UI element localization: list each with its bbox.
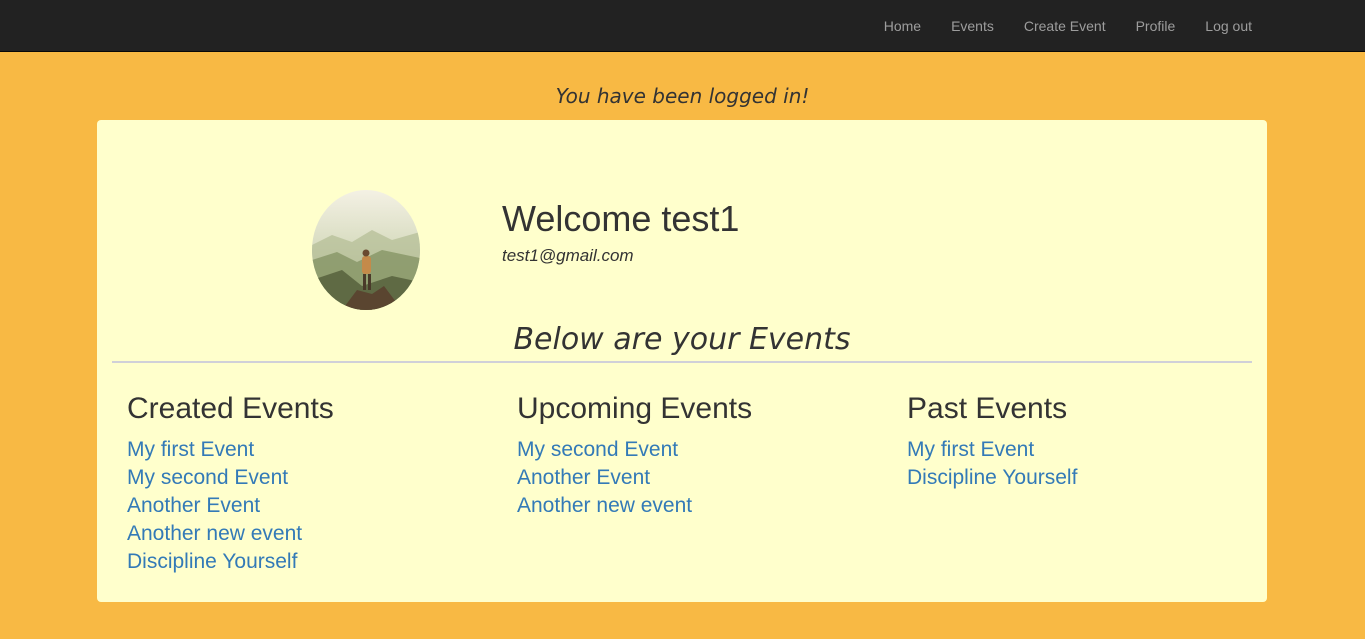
nav-links: Home Events Create Event Profile Log out <box>869 0 1267 52</box>
avatar-image <box>312 190 420 310</box>
upcoming-event-link[interactable]: Another Event <box>517 464 877 492</box>
upcoming-event-link[interactable]: Another new event <box>517 492 877 520</box>
nav-events-link[interactable]: Events <box>936 18 1009 34</box>
profile-card: Welcome test1 test1@gmail.com Below are … <box>97 120 1267 602</box>
top-navbar: Home Events Create Event Profile Log out <box>0 0 1365 52</box>
created-event-link[interactable]: My second Event <box>127 464 487 492</box>
flash-message: You have been logged in! <box>555 84 810 108</box>
created-events-heading: Created Events <box>127 392 334 425</box>
welcome-heading: Welcome test1 <box>502 198 740 239</box>
past-event-link[interactable]: Discipline Yourself <box>907 464 1267 492</box>
user-email: test1@gmail.com <box>502 246 634 265</box>
created-event-link[interactable]: Another new event <box>127 520 487 548</box>
upcoming-events-column: Upcoming Events My second Event Another … <box>517 392 877 520</box>
created-event-link[interactable]: My first Event <box>127 436 487 464</box>
upcoming-event-link[interactable]: My second Event <box>517 436 877 464</box>
past-events-heading: Past Events <box>907 392 1068 425</box>
nav-logout-link[interactable]: Log out <box>1190 18 1267 34</box>
events-section-title: Below are your Events <box>513 322 851 357</box>
nav-profile-link[interactable]: Profile <box>1121 18 1191 34</box>
created-events-column: Created Events My first Event My second … <box>127 392 487 576</box>
avatar <box>312 190 420 310</box>
created-event-link[interactable]: Discipline Yourself <box>127 548 487 576</box>
section-divider <box>112 361 1252 363</box>
past-event-link[interactable]: My first Event <box>907 436 1267 464</box>
upcoming-events-heading: Upcoming Events <box>517 392 753 425</box>
created-event-link[interactable]: Another Event <box>127 492 487 520</box>
nav-home-link[interactable]: Home <box>869 18 936 34</box>
past-events-column: Past Events My first Event Discipline Yo… <box>907 392 1267 492</box>
nav-create-event-link[interactable]: Create Event <box>1009 18 1121 34</box>
